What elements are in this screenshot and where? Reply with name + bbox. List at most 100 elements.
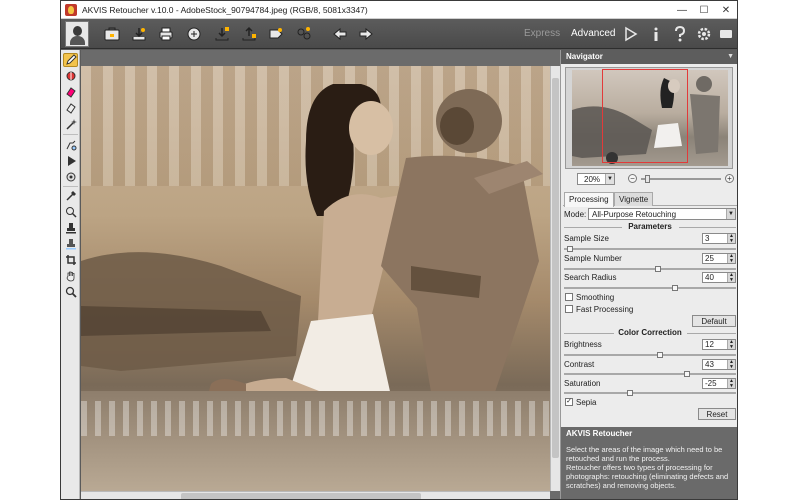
search-radius-slider-knob[interactable] — [671, 285, 678, 291]
vertical-scrollbar[interactable] — [550, 66, 560, 491]
brightness-slider-knob[interactable] — [656, 352, 663, 358]
sample-size-label: Sample Size — [564, 234, 609, 243]
spin-arrows-icon[interactable]: ▲ ▼ — [727, 273, 735, 282]
sepia-checkbox[interactable]: ✓ — [565, 398, 573, 406]
batch-icon[interactable] — [293, 23, 315, 45]
sample-size-slider-knob[interactable] — [567, 246, 574, 252]
spin-arrows-icon[interactable]: ▲ ▼ — [727, 379, 735, 388]
help-icon[interactable] — [669, 23, 691, 45]
minimize-button[interactable]: — — [671, 1, 693, 19]
fast-processing-checkbox[interactable] — [565, 305, 573, 313]
presets-icon[interactable] — [265, 23, 287, 45]
spin-arrows-icon[interactable]: ▲ ▼ — [727, 340, 735, 349]
run-icon[interactable] — [619, 23, 641, 45]
selection-eraser-icon[interactable] — [63, 101, 78, 115]
zoom-icon[interactable] — [63, 285, 78, 299]
zoom-slider-knob[interactable] — [645, 175, 650, 183]
saturation-slider[interactable] — [564, 390, 736, 396]
contrast-label: Contrast — [564, 360, 595, 369]
save-settings-icon[interactable] — [238, 23, 260, 45]
saturation-field[interactable]: -25 ▲ ▼ — [702, 378, 736, 389]
advanced-mode-button[interactable]: Advanced — [571, 28, 615, 39]
close-button[interactable]: ✕ — [715, 1, 737, 19]
mode-label: Mode: — [564, 210, 587, 219]
brightness-slider[interactable] — [564, 352, 736, 358]
undo-icon[interactable] — [329, 23, 351, 45]
chat-icon[interactable] — [715, 23, 737, 45]
search-radius-field[interactable]: 40 ▲ ▼ — [702, 272, 736, 283]
akvis-logo-icon — [65, 3, 77, 16]
collapse-icon[interactable]: ▼ — [727, 50, 734, 64]
selection-pencil-icon[interactable] — [63, 53, 78, 67]
tool-divider — [63, 186, 78, 187]
crop-icon[interactable] — [63, 253, 78, 267]
settings-panel: Navigator ▼ 20% ▼ − + Processing Vignett… — [560, 50, 737, 499]
eraser-icon[interactable] — [63, 85, 78, 99]
magic-tube-icon[interactable] — [63, 69, 78, 83]
canvas-area[interactable] — [81, 50, 560, 499]
settings-icon[interactable] — [693, 23, 715, 45]
toolbar: Express Advanced — [61, 19, 737, 49]
sample-size-slider[interactable] — [564, 246, 736, 252]
tab-vignette[interactable]: Vignette — [614, 192, 654, 206]
spin-arrows-icon[interactable]: ▲ ▼ — [727, 234, 735, 243]
maximize-button[interactable]: ☐ — [693, 1, 715, 19]
sample-number-slider[interactable] — [564, 266, 736, 272]
zoom-slider[interactable] — [641, 175, 721, 183]
load-settings-icon[interactable] — [211, 23, 233, 45]
saturation-slider-knob[interactable] — [627, 390, 634, 396]
app-window: AKVIS Retoucher v.10.0 - AdobeStock_9079… — [60, 0, 738, 500]
spin-arrows-icon[interactable]: ▲ ▼ — [727, 254, 735, 263]
patch-icon[interactable] — [63, 237, 78, 251]
zoom-out-icon[interactable]: − — [628, 174, 637, 183]
sample-number-field[interactable]: 25 ▲ ▼ — [702, 253, 736, 264]
contrast-field[interactable]: 43 ▲ ▼ — [702, 359, 736, 370]
chevron-down-icon[interactable]: ▼ — [605, 174, 614, 184]
zoom-select[interactable]: 20% ▼ — [577, 173, 615, 185]
horizontal-scrollbar[interactable] — [81, 491, 550, 499]
share-icon[interactable] — [183, 23, 205, 45]
sample-number-value: 25 — [705, 254, 714, 263]
smoothing-checkbox[interactable] — [565, 293, 573, 301]
window-title: AKVIS Retoucher v.10.0 - AdobeStock_9079… — [82, 4, 368, 15]
chevron-down-icon[interactable]: ▼ — [726, 209, 735, 219]
run-icon[interactable] — [63, 154, 78, 168]
reset-button[interactable]: Reset — [698, 408, 736, 420]
pipette-icon[interactable] — [63, 189, 78, 203]
navigator-preview[interactable] — [565, 67, 733, 169]
save-file-icon[interactable] — [128, 23, 150, 45]
express-mode-button[interactable]: Express — [524, 28, 560, 39]
contrast-slider-knob[interactable] — [683, 371, 690, 377]
contrast-value: 43 — [705, 360, 714, 369]
hand-icon[interactable] — [63, 269, 78, 283]
navigator-view-frame[interactable] — [602, 69, 688, 163]
info-title: AKVIS Retoucher — [566, 429, 633, 438]
brightness-field[interactable]: 12 ▲ ▼ — [702, 339, 736, 350]
mode-select[interactable]: All-Purpose Retouching ▼ — [588, 208, 736, 220]
clone-stamp-icon[interactable] — [63, 138, 78, 152]
spin-arrows-icon[interactable]: ▲ ▼ — [727, 360, 735, 369]
stamp-icon[interactable] — [63, 221, 78, 235]
photo-canvas[interactable] — [81, 66, 550, 491]
zoom-in-icon[interactable]: + — [725, 174, 734, 183]
sample-size-field[interactable]: 3 ▲ ▼ — [702, 233, 736, 244]
sample-number-slider-knob[interactable] — [655, 266, 662, 272]
portrait-icon[interactable] — [65, 21, 89, 47]
default-button[interactable]: Default — [692, 315, 736, 327]
smoothing-label: Smoothing — [576, 293, 615, 302]
chameleon-brush-icon[interactable] — [63, 170, 78, 184]
fast-processing-label: Fast Processing — [576, 305, 634, 314]
tab-processing[interactable]: Processing — [564, 192, 614, 207]
info-icon[interactable] — [645, 23, 667, 45]
magic-wand-icon[interactable] — [63, 117, 78, 131]
open-file-icon[interactable] — [101, 23, 123, 45]
info-text: Select the areas of the image which need… — [566, 445, 729, 490]
redo-icon[interactable] — [355, 23, 377, 45]
print-icon[interactable] — [155, 23, 177, 45]
horizontal-scroll-thumb[interactable] — [181, 493, 421, 499]
navigator-title: Navigator — [566, 52, 603, 61]
healing-brush-icon[interactable] — [63, 205, 78, 219]
vertical-scroll-thumb[interactable] — [552, 78, 559, 458]
search-radius-slider[interactable] — [564, 285, 736, 291]
contrast-slider[interactable] — [564, 371, 736, 377]
